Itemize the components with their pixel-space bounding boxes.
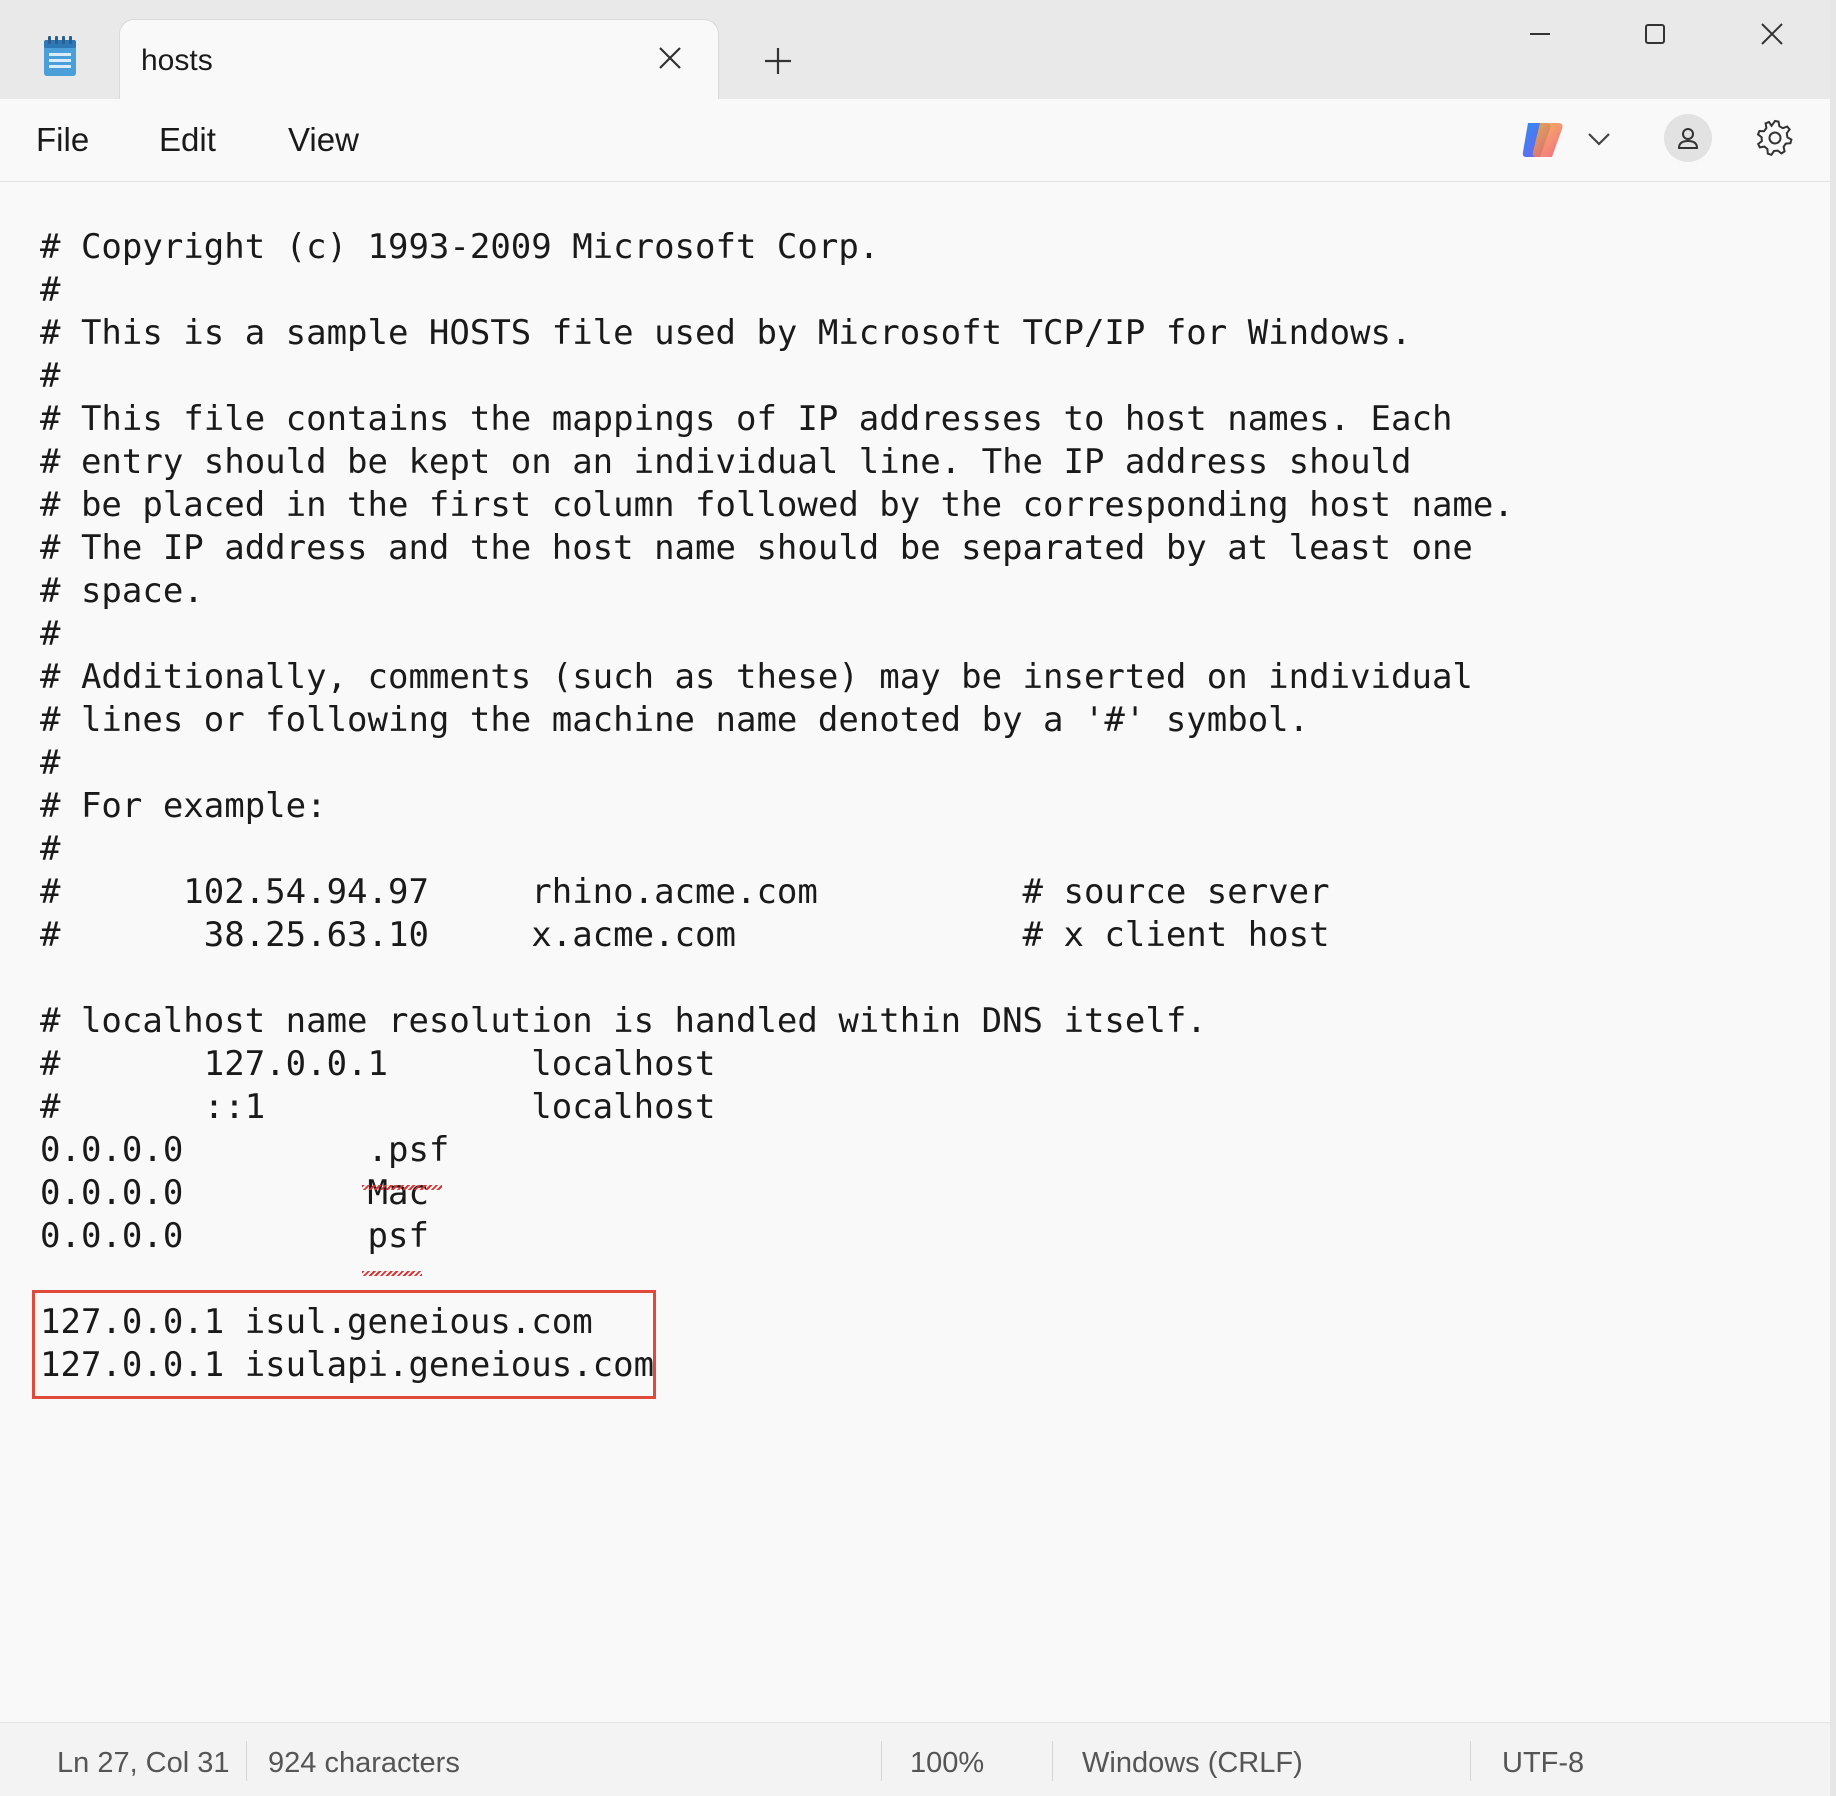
editor-line: # 102.54.94.97 rhino.acme.com # source s…	[40, 872, 1330, 912]
editor-line: #	[40, 356, 61, 396]
editor-line: # space.	[40, 571, 204, 611]
new-tab-button[interactable]	[757, 40, 799, 82]
editor-line: # This is a sample HOSTS file used by Mi…	[40, 313, 1412, 353]
editor-line: #	[40, 270, 61, 310]
editor-line: # localhost name resolution is handled w…	[40, 1001, 1207, 1041]
close-window-button[interactable]	[1717, 0, 1827, 68]
close-icon	[659, 47, 681, 69]
minimize-icon	[1530, 33, 1550, 35]
editor-line: # For example:	[40, 786, 327, 826]
status-divider	[1052, 1741, 1053, 1781]
editor-line: # Copyright (c) 1993-2009 Microsoft Corp…	[40, 227, 880, 267]
chevron-down-icon[interactable]	[1584, 127, 1614, 151]
editor-line: # ::1 localhost	[40, 1087, 716, 1127]
character-count: 924 characters	[268, 1747, 460, 1779]
editor-line: 0.0.0.0 psf	[40, 1216, 429, 1256]
encoding[interactable]: UTF-8	[1502, 1747, 1584, 1780]
annotation-highlight-box	[32, 1290, 656, 1399]
notepad-window: hosts File Edit View # Copyright (c) 199…	[0, 0, 1836, 1796]
close-icon	[1761, 23, 1783, 45]
notepad-icon	[44, 36, 76, 76]
plus-icon	[765, 48, 791, 74]
copilot-icon[interactable]	[1520, 117, 1566, 163]
tab-title: hosts	[141, 44, 213, 77]
editor-line: #	[40, 829, 61, 869]
menu-file[interactable]: File	[32, 121, 93, 159]
editor-line: #	[40, 743, 61, 783]
status-divider	[246, 1741, 247, 1781]
editor-line: # 38.25.63.10 x.acme.com # x client host	[40, 915, 1330, 955]
text-editor[interactable]: # Copyright (c) 1993-2009 Microsoft Corp…	[0, 182, 1836, 1722]
status-bar: Ln 27, Col 31 924 characters 100% Window…	[0, 1722, 1836, 1796]
menu-view[interactable]: View	[284, 121, 363, 159]
editor-line: # lines or following the machine name de…	[40, 700, 1310, 740]
editor-line: 0.0.0.0 .psf	[40, 1130, 450, 1170]
window-edge	[1830, 0, 1836, 1796]
maximize-button[interactable]	[1600, 0, 1710, 68]
editor-line: # This file contains the mappings of IP …	[40, 399, 1453, 439]
status-divider	[1470, 1741, 1471, 1781]
account-button[interactable]	[1664, 114, 1712, 162]
menu-edit[interactable]: Edit	[155, 121, 220, 159]
editor-line: #	[40, 614, 61, 654]
editor-line: # be placed in the first column followed…	[40, 485, 1514, 525]
zoom-level[interactable]: 100%	[910, 1747, 984, 1780]
spellcheck-underline	[362, 1185, 442, 1190]
maximize-icon	[1645, 24, 1665, 44]
line-ending[interactable]: Windows (CRLF)	[1082, 1747, 1303, 1780]
menu-bar: File Edit View	[0, 99, 1836, 182]
account-icon	[1677, 128, 1699, 149]
cursor-position[interactable]: Ln 27, Col 31	[57, 1747, 230, 1780]
title-bar: hosts	[0, 0, 1836, 99]
editor-line: # entry should be kept on an individual …	[40, 442, 1412, 482]
editor-line: 0.0.0.0 Mac	[40, 1173, 429, 1213]
spellcheck-underline	[362, 1271, 422, 1276]
tab-hosts[interactable]: hosts	[120, 20, 718, 99]
settings-button[interactable]	[1753, 116, 1797, 160]
gear-icon	[1756, 119, 1793, 156]
editor-line: # 127.0.0.1 localhost	[40, 1044, 716, 1084]
status-divider	[881, 1741, 882, 1781]
minimize-button[interactable]	[1485, 0, 1595, 68]
editor-line: # Additionally, comments (such as these)…	[40, 657, 1473, 697]
editor-line: # The IP address and the host name shoul…	[40, 528, 1473, 568]
close-tab-button[interactable]	[652, 40, 688, 76]
